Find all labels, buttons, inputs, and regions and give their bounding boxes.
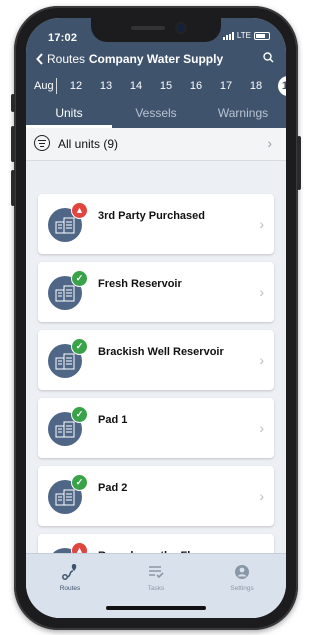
chevron-right-icon: › [259, 420, 264, 436]
page-title: Company Water Supply [88, 52, 224, 66]
units-filter[interactable]: All units (9) › [26, 128, 286, 161]
front-camera [177, 24, 185, 32]
date-day[interactable]: 17 [216, 80, 236, 92]
checkmark-badge-icon: ✓ [71, 474, 88, 491]
unit-name: Pad 2 [98, 482, 128, 494]
unit-name: 3rd Party Purchased [98, 210, 205, 222]
tab-vessels[interactable]: Vessels [113, 106, 199, 120]
settings-icon [235, 565, 249, 579]
chevron-right-icon: › [259, 216, 264, 232]
status-time: 17:02 [48, 32, 78, 44]
tabbar-settings-label: Settings [230, 585, 254, 592]
unit-card[interactable]: ✓ Pad 2 › [38, 466, 274, 526]
mute-switch [11, 94, 15, 112]
building-icon [55, 285, 75, 302]
navigation-bar: Routes Company Water Supply [26, 48, 286, 74]
date-day[interactable]: 16 [186, 80, 206, 92]
unit-card[interactable]: ✓ Fresh Reservoir › [38, 262, 274, 322]
date-divider [56, 78, 57, 94]
date-selector: Aug 12 13 14 15 16 17 18 19 [26, 74, 286, 102]
unit-card[interactable]: ✓ Brackish Well Reservoir › [38, 330, 274, 390]
unit-list: ▲ 3rd Party Purchased › ✓ Fresh Reservoi… [26, 188, 286, 558]
unit-name: Brackish Well Reservoir [98, 346, 224, 358]
building-icon [55, 489, 75, 506]
notch [91, 18, 221, 42]
unit-name: Fresh Reservoir [98, 278, 182, 290]
battery-icon [254, 31, 270, 40]
checkmark-badge-icon: ✓ [71, 270, 88, 287]
signal-icon [222, 31, 234, 40]
tasks-icon [149, 566, 164, 579]
volume-down-button [11, 170, 15, 206]
building-icon [55, 217, 75, 234]
bottom-tab-bar: Routes Tasks Settings [26, 553, 286, 618]
date-day[interactable]: 12 [66, 80, 86, 92]
route-icon [62, 564, 77, 580]
filter-icon [34, 135, 50, 151]
tab-units[interactable]: Units [26, 106, 112, 120]
date-day[interactable]: 14 [126, 80, 146, 92]
tabbar-routes[interactable]: Routes [30, 562, 110, 592]
volume-up-button [11, 126, 15, 162]
status-indicators: LTE [222, 31, 270, 40]
chevron-right-icon: › [267, 135, 272, 151]
chevron-right-icon: › [259, 284, 264, 300]
tabbar-settings[interactable]: Settings [202, 562, 282, 592]
date-day-selected[interactable]: 19 [278, 76, 286, 96]
search-button[interactable] [263, 52, 274, 66]
tabbar-tasks[interactable]: Tasks [116, 562, 196, 592]
filter-label: All units (9) [58, 137, 119, 151]
warning-badge-icon: ▲ [71, 202, 88, 219]
date-day[interactable]: 18 [246, 80, 266, 92]
date-day[interactable]: 15 [156, 80, 176, 92]
tab-warnings[interactable]: Warnings [200, 106, 286, 120]
tab-bar: Units Vessels Warnings [26, 102, 286, 128]
home-indicator [106, 606, 206, 610]
app-screen: 17:02 LTE Routes Company Water Supply Au… [26, 18, 286, 618]
unit-name: Pad 1 [98, 414, 128, 426]
network-label: LTE [236, 31, 251, 40]
phone-frame: 17:02 LTE Routes Company Water Supply Au… [11, 6, 301, 630]
power-button [297, 136, 301, 190]
tabbar-tasks-label: Tasks [147, 585, 165, 592]
chevron-right-icon: › [259, 488, 264, 504]
building-icon [55, 353, 75, 370]
speaker-grille [131, 26, 165, 30]
unit-card[interactable]: ▲ 3rd Party Purchased › [38, 194, 274, 254]
checkmark-badge-icon: ✓ [71, 406, 88, 423]
checkmark-badge-icon: ✓ [71, 338, 88, 355]
building-icon [55, 421, 75, 438]
search-icon [263, 52, 274, 63]
chevron-right-icon: › [259, 352, 264, 368]
month-label: Aug [34, 80, 54, 92]
unit-card[interactable]: ✓ Pad 1 › [38, 398, 274, 458]
tabbar-routes-label: Routes [59, 585, 81, 592]
date-day[interactable]: 13 [96, 80, 116, 92]
